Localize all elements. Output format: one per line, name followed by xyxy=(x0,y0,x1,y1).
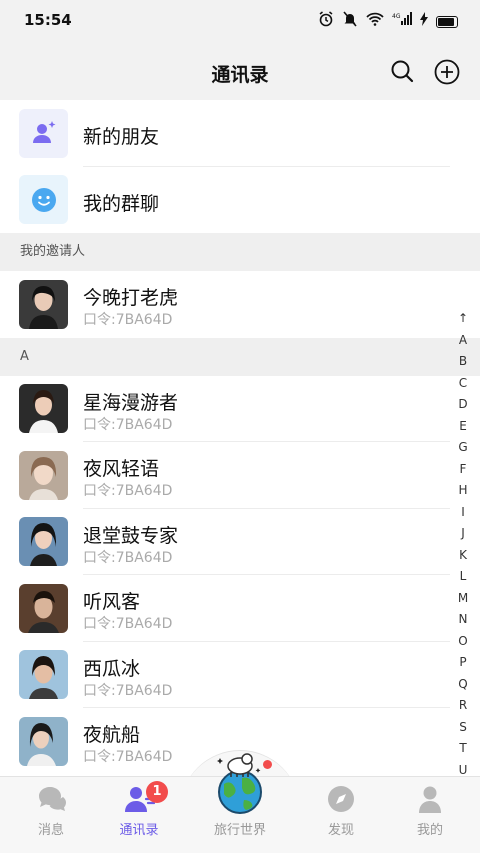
tab-label: 发现 xyxy=(327,823,354,838)
mute-icon xyxy=(342,11,358,32)
contact-row[interactable]: 星海漫游者 口令:7BA64D xyxy=(0,375,480,442)
status-time: 15:54 xyxy=(24,11,72,29)
index-letter[interactable]: D xyxy=(458,394,467,416)
index-letter[interactable]: ↑ xyxy=(458,308,468,330)
battery-icon xyxy=(436,15,458,28)
contact-code: 口令:7BA64D xyxy=(83,616,173,632)
index-letter[interactable]: O xyxy=(458,631,467,653)
index-letter[interactable]: R xyxy=(459,695,467,717)
contact-code: 口令:7BA64D xyxy=(83,682,173,699)
tab-discover[interactable]: 发现 xyxy=(293,777,389,853)
tab-contacts[interactable]: 1 通讯录 xyxy=(91,777,187,853)
charging-icon xyxy=(420,12,428,31)
avatar xyxy=(19,517,68,567)
compass-icon xyxy=(327,785,355,813)
contact-code: 口令:7BA64D xyxy=(83,483,173,499)
avatar xyxy=(19,279,68,329)
index-letter[interactable]: G xyxy=(458,437,467,459)
index-letter[interactable]: S xyxy=(459,717,467,739)
profile-icon xyxy=(416,785,444,813)
avatar xyxy=(19,384,68,434)
index-letter[interactable]: C xyxy=(459,373,467,395)
unread-badge: 1 xyxy=(146,781,168,803)
wifi-icon xyxy=(366,12,384,31)
new-friends-label: 新的朋友 xyxy=(83,126,160,148)
avatar xyxy=(19,716,68,766)
group-chat-label: 我的群聊 xyxy=(83,192,160,215)
contact-row[interactable]: 夜风轻语 口令:7BA64D xyxy=(0,442,480,509)
new-friends-item[interactable]: 新的朋友 xyxy=(0,100,480,167)
contact-row[interactable]: 退堂鼓专家 口令:7BA64D xyxy=(0,508,480,575)
tab-label: 我的 xyxy=(416,823,443,838)
header: 通讯录 xyxy=(0,40,480,100)
contact-code: 口令:7BA64D xyxy=(83,312,173,328)
notification-dot xyxy=(263,760,272,769)
status-bar: 15:54 4G xyxy=(0,0,480,40)
contact-name: 西瓜冰 xyxy=(83,657,141,680)
contact-name: 听风客 xyxy=(83,591,141,613)
avatar xyxy=(19,650,68,700)
contact-row[interactable]: 西瓜冰 口令:7BA64D xyxy=(0,641,480,708)
contact-list[interactable]: 新的朋友 我的群聊 我的邀请人 今晚打老虎 口令:7BA64D A 星海漫游者 … xyxy=(0,100,480,776)
index-letter[interactable]: H xyxy=(458,480,467,502)
section-header-inviter: 我的邀请人 xyxy=(0,233,480,271)
svg-text:4G: 4G xyxy=(392,13,401,20)
tab-label: 旅行世界 xyxy=(213,823,266,838)
index-letter[interactable]: L xyxy=(460,566,467,588)
contact-row[interactable]: 今晚打老虎 口令:7BA64D xyxy=(0,271,480,338)
alarm-icon xyxy=(318,11,334,32)
contact-name: 今晚打老虎 xyxy=(83,287,179,309)
index-letter[interactable]: E xyxy=(459,416,467,438)
section-header-a: A xyxy=(0,337,480,376)
alphabet-index-bar[interactable]: ↑ A B C D E G F H I J K L M N O P Q R S T U xyxy=(456,308,470,781)
avatar xyxy=(19,450,68,500)
search-icon[interactable] xyxy=(390,59,414,83)
index-letter[interactable]: N xyxy=(459,609,468,631)
index-letter[interactable]: T xyxy=(459,738,466,760)
contact-name: 退堂鼓专家 xyxy=(83,524,179,547)
globe-icon[interactable] xyxy=(214,744,266,814)
tab-messages[interactable]: 消息 xyxy=(3,777,99,853)
index-letter[interactable]: J xyxy=(461,523,465,545)
contact-code: 口令:7BA64D xyxy=(83,749,173,765)
index-letter[interactable]: Q xyxy=(458,674,467,696)
tab-profile[interactable]: 我的 xyxy=(382,777,478,853)
contact-row[interactable]: 听风客 口令:7BA64D xyxy=(0,575,480,642)
contact-name: 星海漫游者 xyxy=(83,391,179,414)
index-letter[interactable]: I xyxy=(461,502,465,524)
contact-name: 夜航船 xyxy=(83,724,141,746)
group-chat-item[interactable]: 我的群聊 xyxy=(0,166,480,233)
index-letter[interactable]: A xyxy=(459,330,467,352)
index-letter[interactable]: M xyxy=(458,588,468,610)
chat-bubble-icon xyxy=(37,785,66,813)
contact-code: 口令:7BA64D xyxy=(83,549,173,566)
index-letter[interactable]: P xyxy=(459,652,466,674)
tab-label: 消息 xyxy=(37,823,64,838)
avatar xyxy=(19,583,68,633)
new-friend-icon xyxy=(19,108,68,158)
status-icons: 4G xyxy=(318,11,458,32)
tab-label: 通讯录 xyxy=(119,823,159,838)
index-letter[interactable]: B xyxy=(459,351,467,373)
signal-icon: 4G xyxy=(392,12,412,31)
index-letter[interactable]: F xyxy=(460,459,467,481)
index-letter[interactable]: K xyxy=(459,545,467,567)
contact-code: 口令:7BA64D xyxy=(83,416,173,433)
contact-name: 夜风轻语 xyxy=(83,458,160,480)
group-chat-icon xyxy=(19,175,68,225)
add-circle-icon[interactable] xyxy=(434,59,460,85)
